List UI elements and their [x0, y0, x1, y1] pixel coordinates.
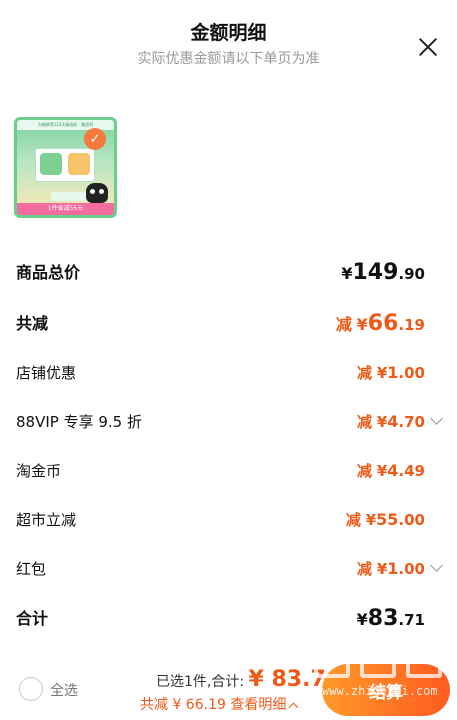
- row-label: 淘金币: [16, 462, 62, 480]
- selected-summary: 已选1件,合计: ¥ 83.7: [156, 667, 326, 692]
- row-shop-discount: 店铺优惠 减 ¥1.00: [16, 358, 441, 388]
- row-supermarket-discount: 超市立减 减 ¥55.00: [16, 505, 441, 535]
- row-value: 减 ¥4.70: [357, 412, 425, 431]
- footer-total-amount: ¥ 83.7: [248, 667, 326, 692]
- row-goods-total: 商品总价 ¥149.90: [16, 258, 441, 288]
- row-value: ¥149.90: [341, 260, 425, 285]
- product-thumbnail[interactable]: 大箱装等122天精选奶 · 雅思科 ✓ 1件省减55元: [14, 117, 117, 218]
- page-title: 金额明细: [190, 22, 267, 44]
- row-label: 88VIP 专享 9.5 折: [16, 413, 142, 431]
- tmall-cat-icon: [86, 183, 108, 203]
- row-label: 店铺优惠: [16, 364, 77, 382]
- checkout-bar: 全选 已选1件,合计: ¥ 83.7 共减 ¥ 66.19 查看明细 结算: [0, 650, 457, 720]
- row-label: 合计: [16, 609, 49, 628]
- discount-summary[interactable]: 共减 ¥ 66.19 查看明细: [140, 694, 299, 714]
- row-value: ¥83.71: [356, 606, 425, 631]
- close-icon[interactable]: [415, 34, 441, 60]
- checkout-button[interactable]: 结算: [322, 664, 450, 716]
- chevron-down-icon[interactable]: [430, 412, 443, 425]
- row-red-packet[interactable]: 红包 减 ¥1.00: [16, 554, 443, 584]
- row-value: 减 ¥66.19: [335, 311, 425, 336]
- row-taojinbi: 淘金币 减 ¥4.49: [16, 456, 441, 486]
- product-tag: [51, 192, 89, 201]
- row-label: 商品总价: [16, 263, 81, 282]
- header: 金额明细 实际优惠金额请以下单页为准: [0, 0, 457, 80]
- row-value: 减 ¥55.00: [345, 510, 425, 529]
- chevron-down-icon[interactable]: [430, 559, 443, 572]
- page-subtitle: 实际优惠金额请以下单页为准: [137, 51, 320, 67]
- select-all-label[interactable]: 全选: [50, 680, 78, 700]
- row-total-discount: 共减 减 ¥66.19: [16, 309, 441, 339]
- row-label: 红包: [16, 560, 47, 578]
- row-vip-discount[interactable]: 88VIP 专享 9.5 折 减 ¥4.70: [16, 407, 443, 437]
- product-promo-text: 1件省减55元: [17, 203, 114, 215]
- select-all-radio[interactable]: [19, 677, 43, 701]
- row-value: 减 ¥1.00: [357, 559, 425, 578]
- chevron-up-icon: [288, 702, 299, 712]
- milk-box-image: [35, 148, 95, 182]
- row-value: 减 ¥1.00: [357, 363, 425, 382]
- row-value: 减 ¥4.49: [357, 461, 425, 480]
- row-grand-total: 合计 ¥83.71: [16, 604, 441, 634]
- row-label: 共减: [16, 314, 49, 333]
- row-label: 超市立减: [16, 511, 77, 529]
- selected-check-icon: ✓: [84, 128, 106, 150]
- view-detail-link[interactable]: 查看明细: [230, 697, 286, 713]
